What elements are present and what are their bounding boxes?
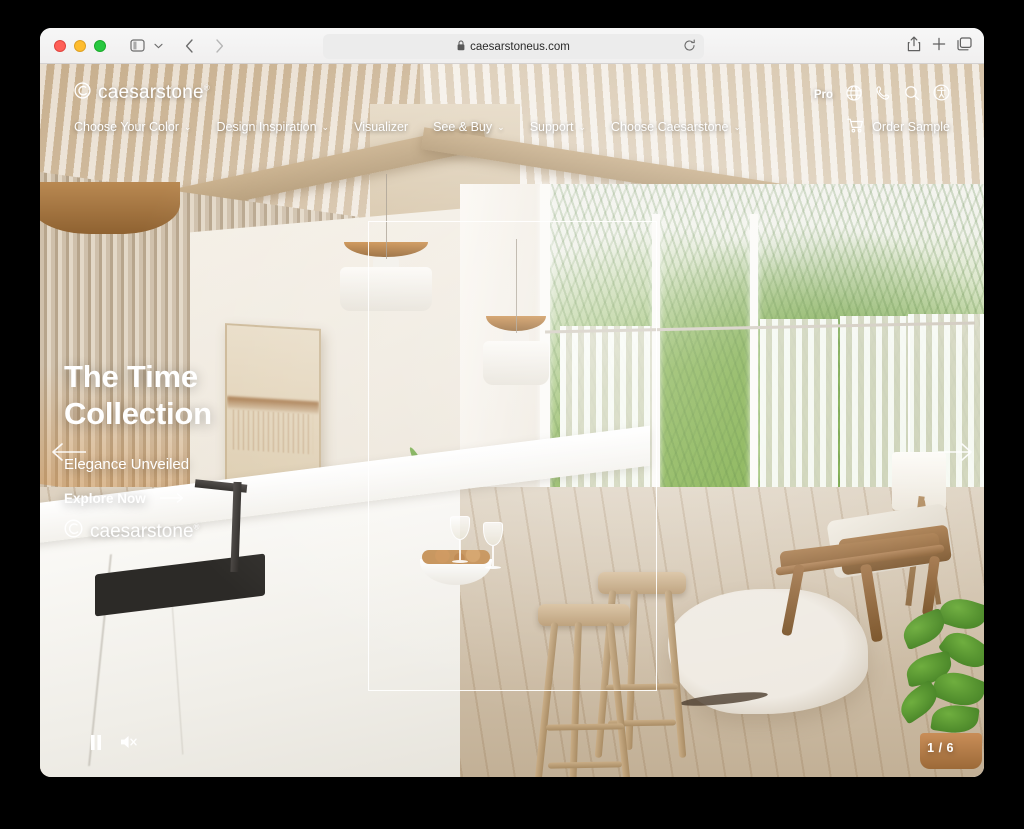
hero-watermark-logo: caesarstone®	[64, 519, 199, 544]
explore-now-label: Explore Now	[64, 491, 146, 507]
order-sample-label: Order Sample	[872, 120, 950, 134]
speaker-muted-icon[interactable]	[120, 734, 139, 755]
explore-now-button[interactable]: Explore Now	[64, 491, 212, 506]
web-page: caesarstone® Pro Choose Your Color ⌄ Des…	[40, 64, 984, 777]
chevron-down-icon: ⌄	[578, 121, 587, 132]
utility-nav: Pro	[814, 84, 950, 106]
chevron-down-icon: ⌄	[733, 121, 741, 132]
slide-counter: 1 / 6	[927, 741, 954, 755]
hero-subtitle: Elegance Unveiled	[64, 456, 190, 474]
hero-title-line1: The Time	[64, 359, 198, 394]
toolbar-actions	[907, 28, 972, 64]
logo-text: caesarstone	[98, 82, 204, 103]
address-bar[interactable]: caesarstoneus.com	[323, 34, 704, 59]
zoom-button[interactable]	[94, 39, 106, 52]
nav-item-see-and-buy[interactable]: See & Buy ⌄	[433, 120, 505, 134]
nav-label: Support	[529, 120, 574, 134]
browser-window: caesarstoneus.com caesarstone® Pro Choos…	[40, 28, 984, 777]
nav-label: Design Inspiration	[216, 120, 317, 134]
carousel-prev-button[interactable]	[50, 442, 87, 467]
order-sample-button[interactable]: Order Sample	[847, 118, 950, 136]
chevron-down-icon: ⌄	[183, 121, 192, 132]
hero-content: The Time Collection Elegance Unveiled Ex…	[64, 359, 212, 506]
nav-label: See & Buy	[433, 120, 493, 134]
site-header: caesarstone® Pro Choose Your Color ⌄ Des…	[40, 64, 984, 136]
lock-icon	[457, 40, 465, 54]
plus-icon[interactable]	[932, 37, 946, 56]
shopping-cart-icon	[847, 118, 864, 136]
chevron-down-icon: ⌄	[497, 121, 505, 132]
hero-title-line2: Collection	[64, 395, 212, 431]
caesarstone-mark-icon	[74, 82, 91, 104]
back-arrow-icon[interactable]	[176, 33, 202, 59]
main-navigation: Choose Your Color ⌄ Design Inspiration ⌄…	[74, 120, 741, 134]
search-icon[interactable]	[904, 85, 920, 106]
sidebar-toggle-icon[interactable]	[124, 33, 150, 59]
nav-label: Choose Caesarstone	[611, 120, 729, 134]
globe-icon[interactable]	[846, 84, 862, 106]
nav-item-support[interactable]: Support ⌄	[530, 120, 586, 134]
accessibility-icon[interactable]	[933, 84, 950, 106]
watermark-registered: ®	[193, 522, 200, 532]
arrow-right-icon	[159, 491, 185, 506]
nav-item-choose-caesarstone[interactable]: Choose Caesarstone ⌄	[611, 120, 741, 134]
chevron-down-icon: ⌄	[321, 121, 330, 132]
carousel-next-button[interactable]	[937, 442, 974, 467]
minimize-button[interactable]	[74, 39, 86, 52]
nav-item-choose-your-color[interactable]: Choose Your Color ⌄	[74, 120, 191, 134]
nav-label: Visualizer	[354, 120, 409, 134]
browser-toolbar: caesarstoneus.com	[40, 28, 984, 64]
watermark-text: caesarstone	[90, 520, 194, 542]
tab-overview-icon[interactable]	[957, 36, 972, 56]
forward-arrow-icon[interactable]	[206, 33, 232, 59]
nav-item-visualizer[interactable]: Visualizer	[354, 120, 408, 134]
window-controls	[54, 39, 106, 52]
chevron-down-icon[interactable]	[150, 33, 166, 59]
url-text: caesarstoneus.com	[470, 40, 570, 53]
pause-icon[interactable]	[90, 734, 102, 755]
nav-item-design-inspiration[interactable]: Design Inspiration ⌄	[216, 120, 329, 134]
hero-overlay: caesarstone® Pro Choose Your Color ⌄ Des…	[40, 64, 984, 777]
caesarstone-mark-icon	[64, 519, 83, 544]
image-frame-outline	[368, 221, 657, 691]
hero-title: The Time Collection	[64, 359, 212, 432]
close-button[interactable]	[54, 39, 66, 52]
nav-label: Choose Your Color	[74, 120, 179, 134]
media-controls	[90, 734, 139, 755]
reload-icon[interactable]	[683, 38, 696, 55]
share-icon[interactable]	[907, 36, 921, 57]
logo-registered: ®	[203, 83, 210, 93]
pro-link[interactable]: Pro	[814, 89, 833, 101]
phone-icon[interactable]	[875, 85, 891, 106]
